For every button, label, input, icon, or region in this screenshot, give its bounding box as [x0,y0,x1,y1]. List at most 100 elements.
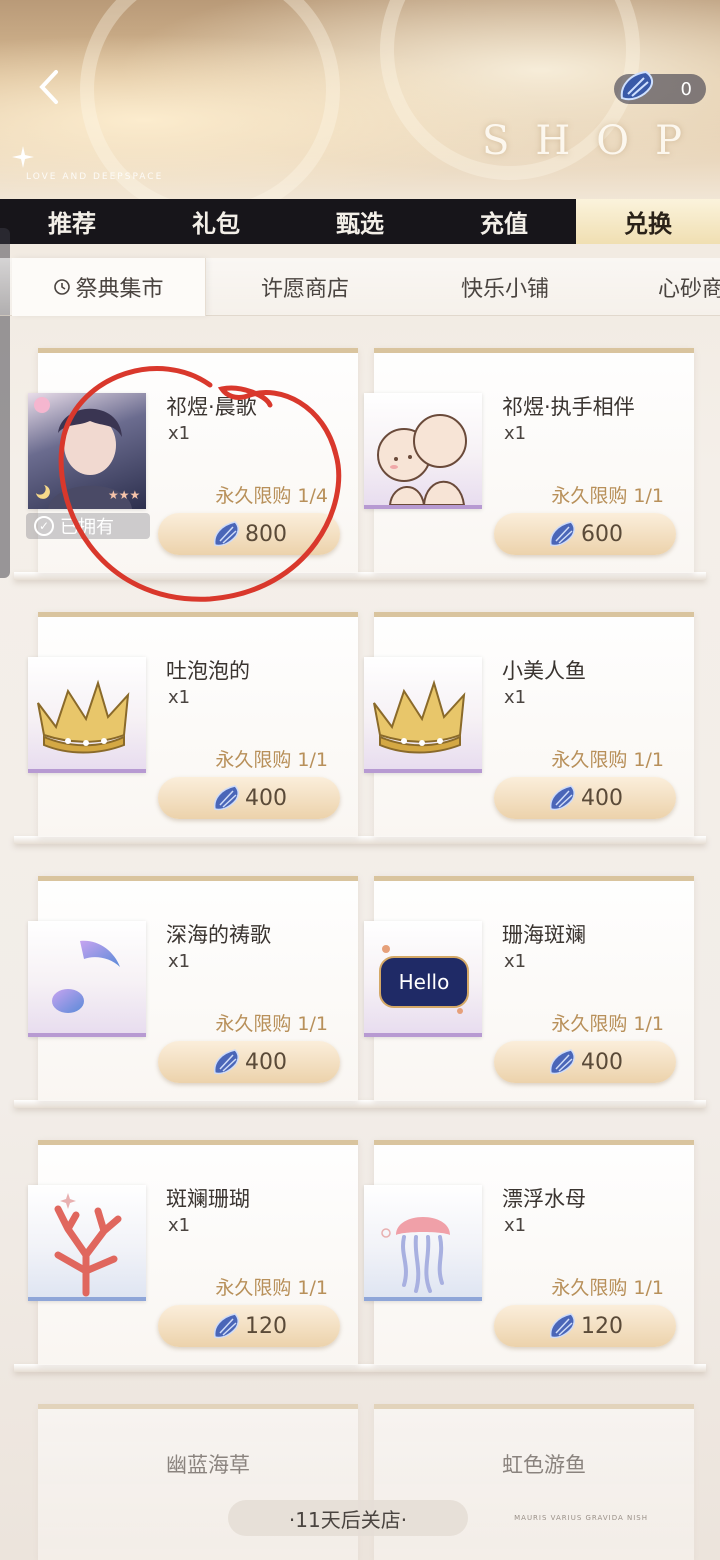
tab-selection[interactable]: 甄选 [288,199,432,244]
shell-currency-counter[interactable]: 0 [614,70,706,104]
item-quantity: x1 [504,687,527,708]
shell-currency-icon [213,521,239,547]
decor-arch [80,0,340,200]
item-quantity: x1 [168,423,191,444]
price: 120 [245,1313,287,1339]
item-name: 祁煜·晨歌 [166,395,257,419]
item-name: 深海的祷歌 [166,923,271,947]
tab-exchange[interactable]: 兑换 [576,199,720,244]
tab-gift-pack[interactable]: 礼包 [144,199,288,244]
buy-button[interactable]: 120 [494,1305,676,1347]
shell-currency-icon [549,521,575,547]
item-quantity: x1 [168,1215,191,1236]
subtab-festival-market[interactable]: 祭典集市 [12,258,206,316]
shell-icon [616,68,658,109]
jellyfish-icon [364,1185,482,1301]
shop-item-card[interactable]: ★★★ ✓ 已拥有 祁煜·晨歌 x1 永久限购 1/4 800 [26,348,358,573]
shop-logo: SHOP [482,118,708,164]
item-name: 漂浮水母 [502,1187,586,1211]
shell-currency-icon [213,785,239,811]
shelf-divider [14,836,706,844]
price: 400 [581,1049,623,1075]
clock-icon [54,279,71,295]
purchase-limit: 永久限购 1/1 [215,1013,328,1035]
sparkle-icon [12,146,34,168]
shell-currency-icon [549,785,575,811]
chibi-sticker-icon [364,393,482,509]
shop-item-card[interactable]: 斑斓珊瑚 x1 永久限购 1/1 120 [28,1140,358,1365]
buy-button[interactable]: 400 [494,777,676,819]
currency-count: 0 [680,78,692,100]
item-name: 小美人鱼 [502,659,586,683]
item-quantity: x1 [504,423,527,444]
chevron-left-icon [39,70,58,104]
shell-currency-icon [549,1049,575,1075]
portrait-card-icon: ★★★ [28,393,146,509]
price: 400 [581,785,623,811]
shop-item-card[interactable]: 幽蓝海草 [38,1404,358,1560]
shelf-divider [14,572,706,580]
item-name: 虹色游鱼 [502,1453,586,1477]
shop-item-card[interactable]: 祁煜·执手相伴 x1 永久限购 1/1 600 [364,348,694,573]
item-name: 祁煜·执手相伴 [502,395,635,419]
crown-icon [28,657,146,773]
item-name: 幽蓝海草 [166,1453,250,1477]
price: 600 [581,521,623,547]
shop-item-card[interactable]: 漂浮水母 x1 永久限购 1/1 120 [364,1140,694,1365]
buy-button[interactable]: 400 [158,1041,340,1083]
shell-currency-icon [213,1313,239,1339]
subtab-label: 祭典集市 [75,277,164,302]
tab-recommend[interactable]: 推荐 [0,199,144,244]
purchase-limit: 永久限购 1/4 [215,485,328,507]
buy-button[interactable]: 400 [494,1041,676,1083]
badge-text: Hello [399,970,450,994]
subtab-heart-sand-shop[interactable]: 心砂商 [650,258,720,316]
music-note-icon [28,921,146,1037]
purchase-limit: 永久限购 1/1 [551,485,664,507]
item-quantity: x1 [504,951,527,972]
shop-item-card[interactable]: 吐泡泡的 x1 永久限购 1/1 400 [28,612,358,837]
purchase-limit: 永久限购 1/1 [551,1277,664,1299]
tab-recharge[interactable]: 充值 [432,199,576,244]
buy-button[interactable]: 800 [158,513,340,555]
svg-text:★★★: ★★★ [108,488,140,502]
shell-currency-icon [213,1049,239,1075]
shop-item-card[interactable]: 虹色游鱼 [374,1404,694,1560]
purchase-limit: 永久限购 1/1 [551,749,664,771]
back-button[interactable] [24,62,74,112]
price: 400 [245,785,287,811]
buy-button[interactable]: 600 [494,513,676,555]
shell-currency-icon [549,1313,575,1339]
buy-button[interactable]: 400 [158,777,340,819]
shop-item-card[interactable]: 小美人鱼 x1 永久限购 1/1 400 [364,612,694,837]
item-quantity: x1 [168,951,191,972]
purchase-limit: 永久限购 1/1 [551,1013,664,1035]
crown-icon [364,657,482,773]
main-tab-bar: 推荐 礼包 甄选 充值 兑换 [0,199,720,244]
shelf-divider [14,1364,706,1372]
subtab-wish-shop[interactable]: 许愿商店 [230,258,380,316]
shop-item-card[interactable]: Hello 珊海斑斓 x1 永久限购 1/1 400 [364,876,694,1101]
hello-badge-icon: Hello [364,921,482,1037]
coral-icon [28,1185,146,1301]
sub-tab-bar: 祭典集市 许愿商店 快乐小铺 心砂商 [0,258,720,316]
shelf-divider [14,1100,706,1108]
shop-header: 0 SHOP LOVE AND DEEPSPACE [0,0,720,200]
shop-item-card[interactable]: 深海的祷歌 x1 永久限购 1/1 400 [28,876,358,1101]
item-name: 吐泡泡的 [166,659,250,683]
owned-label: 已拥有 [60,517,114,538]
purchase-limit: 永久限购 1/1 [215,1277,328,1299]
price: 120 [581,1313,623,1339]
shop-close-countdown: ·11天后关店· [228,1500,468,1536]
buy-button[interactable]: 120 [158,1305,340,1347]
checkmark-icon: ✓ [34,516,54,536]
purchase-limit: 永久限购 1/1 [215,749,328,771]
owned-tag: ✓ 已拥有 [26,513,150,539]
footer-watermark: MAURIS VARIUS GRAVIDA NISH [514,1514,648,1522]
item-quantity: x1 [504,1215,527,1236]
price: 800 [245,521,287,547]
price: 400 [245,1049,287,1075]
item-name: 斑斓珊瑚 [166,1187,250,1211]
item-quantity: x1 [168,687,191,708]
subtab-happy-store[interactable]: 快乐小铺 [430,258,580,316]
